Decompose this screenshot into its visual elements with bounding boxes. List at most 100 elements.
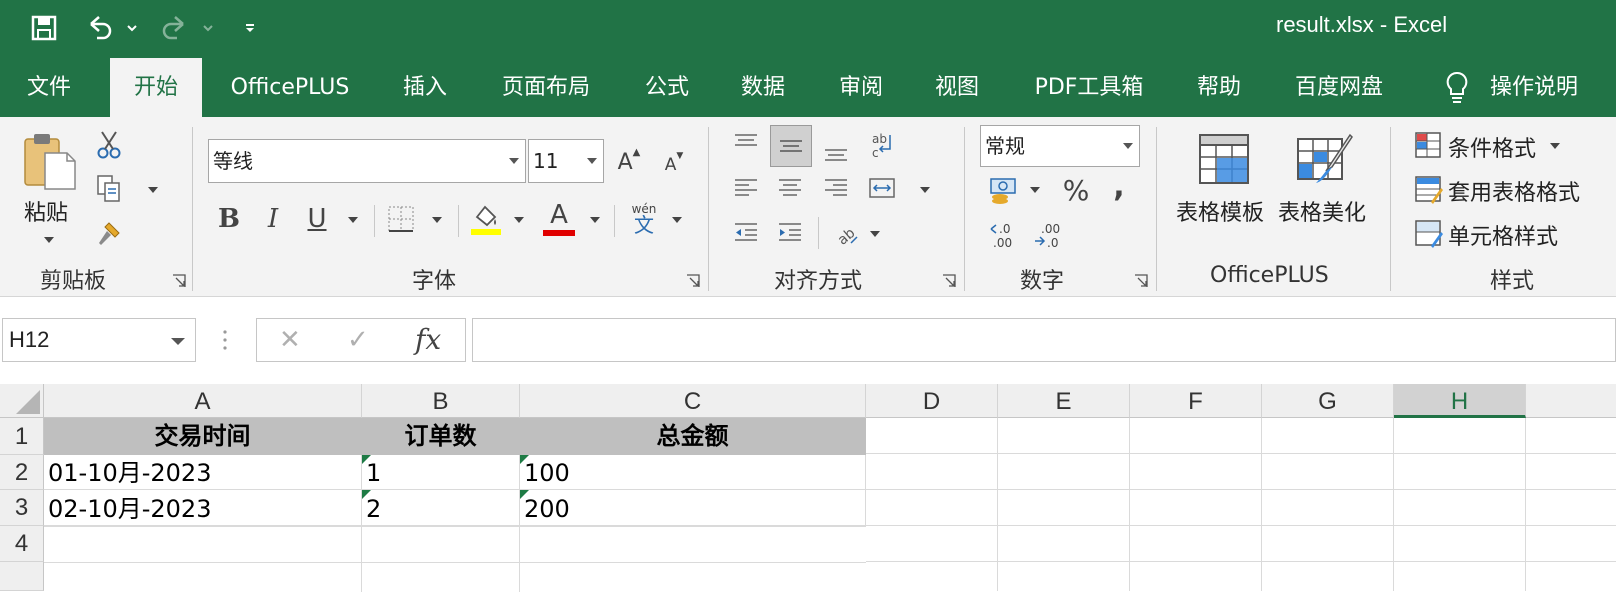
cut-icon[interactable] — [94, 129, 124, 161]
align-left-icon[interactable] — [728, 173, 764, 203]
cell-a1[interactable]: 交易时间 — [44, 418, 362, 455]
save-icon[interactable] — [26, 8, 62, 48]
tab-officeplus[interactable]: OfficePLUS — [214, 58, 366, 117]
decrease-font-size-icon[interactable]: A ▼ — [660, 151, 688, 179]
percent-style-button[interactable]: % — [1058, 173, 1094, 207]
font-color-icon[interactable]: A — [542, 201, 576, 237]
clipboard-launcher-icon[interactable] — [172, 273, 186, 287]
font-name-select[interactable]: 等线 — [208, 139, 526, 183]
copy-dropdown-icon[interactable] — [148, 187, 158, 193]
empty-cells-region[interactable] — [866, 418, 1616, 591]
cell-a3[interactable]: 02-10月-2023 — [44, 490, 362, 526]
undo-icon[interactable] — [82, 8, 118, 48]
chevron-down-icon[interactable] — [171, 338, 185, 345]
tab-insert[interactable]: 插入 — [380, 58, 470, 117]
format-painter-icon[interactable] — [94, 217, 124, 249]
table-template-icon[interactable] — [1194, 129, 1254, 189]
decrease-indent-icon[interactable] — [728, 217, 764, 247]
column-header-a[interactable]: A — [44, 384, 362, 418]
cell-styles-icon[interactable] — [1412, 217, 1444, 249]
select-all-button[interactable] — [0, 384, 44, 418]
tab-formulas[interactable]: 公式 — [622, 58, 712, 117]
orientation-dropdown-icon[interactable] — [870, 231, 880, 237]
cell-b2[interactable]: 1 — [362, 455, 520, 490]
alignment-launcher-icon[interactable] — [942, 273, 956, 287]
paste-dropdown-icon[interactable] — [44, 237, 54, 243]
column-header-g[interactable]: G — [1262, 384, 1394, 418]
tab-baidu-netdisk[interactable]: 百度网盘 — [1276, 58, 1402, 117]
merge-center-icon[interactable] — [864, 173, 900, 203]
tab-file[interactable]: 文件 — [0, 58, 98, 117]
font-color-dropdown-icon[interactable] — [590, 217, 600, 223]
italic-button[interactable]: I — [258, 203, 288, 235]
borders-dropdown-icon[interactable] — [432, 217, 442, 223]
number-launcher-icon[interactable] — [1134, 273, 1148, 287]
cell-styles-label[interactable]: 单元格样式 — [1448, 219, 1558, 251]
format-as-table-icon[interactable] — [1412, 173, 1444, 205]
align-top-icon[interactable] — [728, 127, 764, 157]
enter-icon[interactable]: ✓ — [347, 325, 369, 355]
cell-c3[interactable]: 200 — [520, 490, 866, 526]
copy-icon[interactable] — [94, 173, 124, 205]
paste-label[interactable]: 粘贴 — [24, 195, 68, 227]
font-launcher-icon[interactable] — [686, 273, 700, 287]
align-center-icon[interactable] — [772, 173, 808, 203]
bold-button[interactable]: B — [214, 203, 244, 235]
redo-dropdown-icon[interactable] — [198, 8, 218, 48]
cell-a2[interactable]: 01-10月-2023 — [44, 455, 362, 490]
column-header-c[interactable]: C — [520, 384, 866, 418]
formula-input[interactable] — [472, 318, 1616, 362]
number-format-select[interactable]: 常规 — [980, 125, 1140, 167]
accounting-format-icon[interactable] — [984, 173, 1024, 207]
conditional-format-icon[interactable] — [1412, 129, 1444, 161]
phonetic-dropdown-icon[interactable] — [672, 217, 682, 223]
table-template-label[interactable]: 表格模板 — [1176, 195, 1264, 227]
row-header-2[interactable]: 2 — [0, 455, 44, 490]
increase-decimal-icon[interactable]: .0.00 — [984, 217, 1024, 253]
tab-data[interactable]: 数据 — [718, 58, 808, 117]
increase-indent-icon[interactable] — [772, 217, 808, 247]
column-header-e[interactable]: E — [998, 384, 1130, 418]
accounting-dropdown-icon[interactable] — [1030, 187, 1040, 193]
merge-dropdown-icon[interactable] — [920, 187, 930, 193]
row-header-5[interactable] — [0, 562, 44, 591]
phonetic-guide-icon[interactable]: wén 文 — [626, 201, 662, 237]
table-beautify-label[interactable]: 表格美化 — [1278, 195, 1366, 227]
conditional-format-dropdown-icon[interactable] — [1550, 143, 1560, 149]
align-middle-icon[interactable] — [770, 125, 812, 167]
redo-icon[interactable] — [156, 8, 192, 48]
cell-b1[interactable]: 订单数 — [362, 418, 520, 455]
undo-dropdown-icon[interactable] — [122, 8, 142, 48]
row-header-3[interactable]: 3 — [0, 490, 44, 526]
insert-function-icon[interactable]: fx — [415, 323, 441, 356]
increase-font-size-icon[interactable]: A ▲ — [614, 147, 644, 177]
decrease-decimal-icon[interactable]: .00.0 — [1028, 217, 1068, 253]
tab-review[interactable]: 审阅 — [816, 58, 906, 117]
cell-c1[interactable]: 总金额 — [520, 418, 866, 455]
column-header-f[interactable]: F — [1130, 384, 1262, 418]
cell-b3[interactable]: 2 — [362, 490, 520, 526]
table-beautify-icon[interactable] — [1294, 129, 1354, 189]
fill-color-icon[interactable] — [468, 201, 502, 237]
row-header-1[interactable]: 1 — [0, 418, 44, 455]
name-box[interactable]: H12 — [2, 318, 196, 362]
cell-c2[interactable]: 100 — [520, 455, 866, 490]
tab-view[interactable]: 视图 — [912, 58, 1002, 117]
column-header-b[interactable]: B — [362, 384, 520, 418]
column-header-h[interactable]: H — [1394, 384, 1526, 418]
wrap-text-icon[interactable]: ab c — [864, 129, 900, 163]
worksheet-grid[interactable]: A B C D E F G H 1 2 3 4 交易时间 订单数 总金额 01-… — [0, 384, 1616, 592]
format-as-table-label[interactable]: 套用表格格式 — [1448, 175, 1580, 207]
tab-help[interactable]: 帮助 — [1174, 58, 1264, 117]
tab-home[interactable]: 开始 — [110, 58, 202, 117]
lightbulb-icon[interactable] — [1440, 58, 1474, 117]
comma-style-button[interactable]: , — [1104, 169, 1134, 204]
cancel-icon[interactable]: ✕ — [279, 325, 301, 355]
orientation-icon[interactable]: ab — [828, 215, 864, 249]
borders-icon[interactable] — [384, 203, 418, 235]
fill-color-dropdown-icon[interactable] — [514, 217, 524, 223]
row-header-4[interactable]: 4 — [0, 526, 44, 562]
align-bottom-icon[interactable] — [818, 137, 854, 167]
underline-dropdown-icon[interactable] — [348, 217, 358, 223]
grip-icon[interactable] — [222, 328, 228, 352]
